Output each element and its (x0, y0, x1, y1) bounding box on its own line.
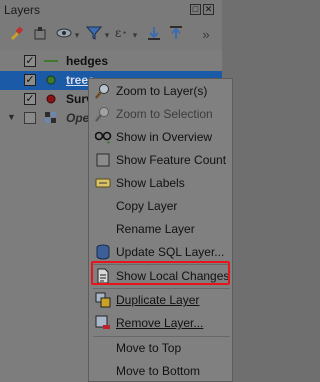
overview-glasses-icon: + (94, 129, 112, 147)
menu-item-label: Remove Layer... (116, 316, 204, 330)
menu-item-move-to-top[interactable]: Move to Top (89, 337, 234, 359)
point-symbol-icon (44, 73, 58, 87)
menu-item-move-to-bottom[interactable]: Move to Bottom (89, 360, 234, 382)
menu-item-duplicate-layer[interactable]: Duplicate Layer (89, 289, 234, 311)
menu-item-zoom-to-selection[interactable]: Zoom to Selection (89, 103, 234, 125)
red-point-symbol-icon (44, 92, 58, 106)
layer-visibility-checkbox[interactable] (24, 112, 36, 124)
database-icon (95, 244, 111, 260)
zoom-selection-icon (95, 106, 111, 122)
menu-item-update-sql-layer[interactable]: Update SQL Layer... (89, 241, 234, 263)
add-group-icon[interactable] (30, 25, 50, 45)
panel-title: Layers (4, 3, 41, 17)
filter-expression-icon[interactable]: ε * (112, 25, 132, 45)
layer-row-hedges[interactable]: ✓ hedges (0, 52, 222, 71)
menu-item-label: Show Feature Count (116, 153, 227, 167)
expand-arrow-icon[interactable]: ▼ (7, 112, 16, 122)
menu-item-label: Duplicate Layer (116, 293, 200, 307)
menu-item-label: Zoom to Selection (116, 107, 213, 121)
svg-text:ε: ε (115, 26, 121, 40)
labels-icon (95, 175, 111, 191)
menu-item-label: Move to Top (116, 341, 182, 355)
visibility-eye-icon[interactable] (54, 25, 74, 45)
highlight-box (91, 261, 230, 285)
filter-funnel-icon[interactable] (84, 25, 104, 45)
style-brush-icon[interactable] (6, 25, 26, 45)
menu-item-copy-layer[interactable]: Copy Layer (89, 195, 234, 217)
menu-item-label: Copy Layer (116, 199, 178, 213)
layer-visibility-checkbox[interactable]: ✓ (24, 74, 36, 86)
raster-symbol-icon (44, 111, 58, 125)
menu-item-label: Show Labels (116, 176, 185, 190)
menu-item-zoom-to-layer[interactable]: Zoom to Layer(s) (89, 80, 234, 102)
menu-item-label: Move to Bottom (116, 364, 201, 378)
menu-item-label: Update SQL Layer... (116, 245, 225, 259)
layer-visibility-checkbox[interactable]: ✓ (24, 55, 36, 67)
layer-visibility-checkbox[interactable]: ✓ (24, 93, 36, 105)
layers-toolbar: ▾ ▾ ε * ▾ » (0, 22, 222, 48)
layer-name: Ope (66, 111, 90, 125)
svg-text:*: * (123, 30, 126, 39)
toolbar-overflow-icon[interactable]: » (196, 25, 216, 45)
visibility-dropdown-icon[interactable]: ▾ (72, 25, 82, 45)
float-panel-button[interactable]: □ (190, 4, 201, 15)
menu-item-label: Show in Overview (116, 130, 213, 144)
menu-item-label: Zoom to Layer(s) (116, 84, 208, 98)
svg-text:+: + (106, 138, 111, 145)
remove-layer-icon (95, 315, 111, 331)
checkbox-icon (95, 152, 111, 168)
expand-all-icon[interactable] (144, 25, 164, 45)
panel-titlebar: Layers □ ✕ (0, 0, 222, 20)
menu-item-show-in-overview[interactable]: + Show in Overview (89, 126, 234, 148)
menu-item-show-feature-count[interactable]: Show Feature Count (89, 149, 234, 171)
menu-item-show-labels[interactable]: Show Labels (89, 172, 234, 194)
layer-name: hedges (66, 54, 109, 68)
collapse-all-icon[interactable] (166, 25, 186, 45)
menu-item-label: Rename Layer (116, 222, 195, 236)
zoom-icon (95, 83, 111, 99)
expression-dropdown-icon[interactable]: ▾ (130, 25, 140, 45)
menu-item-rename-layer[interactable]: Rename Layer (89, 218, 234, 240)
duplicate-icon (95, 292, 111, 308)
layer-context-menu: Zoom to Layer(s) Zoom to Selection + Sho… (88, 78, 233, 382)
filter-dropdown-icon[interactable]: ▾ (102, 25, 112, 45)
line-symbol-icon (44, 54, 58, 68)
menu-item-remove-layer[interactable]: Remove Layer... (89, 312, 234, 334)
close-panel-button[interactable]: ✕ (203, 4, 214, 15)
